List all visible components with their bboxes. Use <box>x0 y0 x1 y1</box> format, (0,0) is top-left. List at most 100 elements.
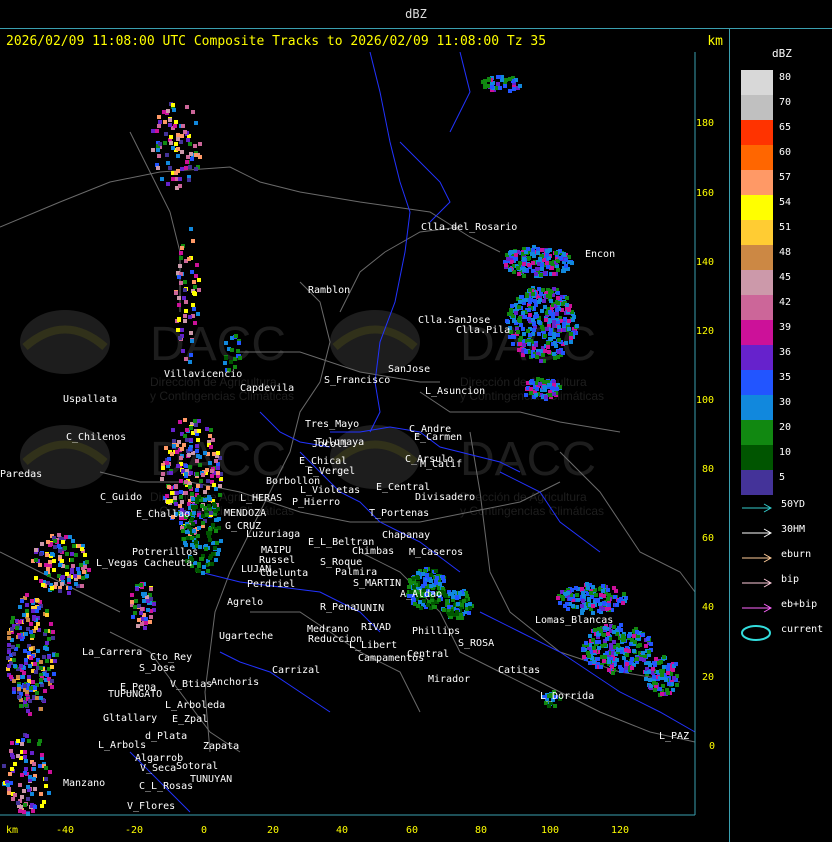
echo-pixel <box>65 565 69 569</box>
color-swatch <box>741 395 773 420</box>
echo-pixel <box>570 261 574 265</box>
echo-pixel <box>140 622 144 626</box>
echo-pixel <box>545 261 549 265</box>
place-label: Capdevila <box>240 383 294 394</box>
echo-pixel <box>198 463 202 467</box>
echo-pixel <box>571 604 575 608</box>
echo-pixel <box>24 658 28 662</box>
echo-pixel <box>442 608 446 612</box>
echo-pixel <box>554 251 558 255</box>
echo-pixel <box>176 147 180 151</box>
echo-pixel <box>540 309 544 313</box>
color-swatch <box>741 120 773 145</box>
echo-pixel <box>193 285 197 289</box>
echo-pixel <box>423 581 427 585</box>
echo-pixel <box>524 298 528 302</box>
echo-pixel <box>538 257 542 261</box>
echo-pixel <box>196 484 200 488</box>
echo-pixel <box>205 427 209 431</box>
echo-pixel <box>539 273 543 277</box>
echo-pixel <box>188 360 192 364</box>
echo-pixel <box>512 335 516 339</box>
echo-pixel <box>557 338 561 342</box>
echo-pixel <box>168 123 172 127</box>
echo-pixel <box>432 605 436 609</box>
echo-pixel <box>189 227 193 231</box>
echo-pixel <box>447 612 451 616</box>
echo-pixel <box>192 291 196 295</box>
echo-pixel <box>182 443 186 447</box>
echo-pixel <box>20 599 24 603</box>
echo-pixel <box>574 586 578 590</box>
echo-pixel <box>552 392 556 396</box>
echo-pixel <box>189 426 193 430</box>
track-label: bip <box>781 574 800 585</box>
echo-pixel <box>48 560 52 564</box>
echo-pixel <box>562 252 566 256</box>
echo-pixel <box>31 680 35 684</box>
x-tick-label: 120 <box>611 825 630 836</box>
watermark-brand: DACC <box>150 318 286 371</box>
echo-pixel <box>70 558 74 562</box>
echo-pixel <box>541 288 545 292</box>
echo-pixel <box>16 754 20 758</box>
echo-pixel <box>621 634 625 638</box>
echo-pixel <box>586 651 590 655</box>
place-label: Encon <box>585 249 615 260</box>
echo-pixel <box>522 262 526 266</box>
echo-pixel <box>518 84 522 88</box>
echo-pixel <box>187 178 191 182</box>
echo-pixel <box>535 387 539 391</box>
echo-pixel <box>171 177 175 181</box>
arrow-icon <box>742 603 773 613</box>
color-swatch <box>741 145 773 170</box>
echo-pixel <box>11 797 15 801</box>
echo-pixel <box>164 446 168 450</box>
echo-pixel <box>575 593 579 597</box>
echo-pixel <box>82 570 86 574</box>
echo-pixel <box>186 536 190 540</box>
echo-pixel <box>171 103 175 107</box>
echo-pixel <box>178 177 182 181</box>
echo-pixel <box>545 253 549 257</box>
echo-pixel <box>508 77 512 81</box>
radar-map[interactable]: DACCDirección de Agriculturay Contingenc… <box>0 52 729 842</box>
place-label: Luzuriaga <box>246 529 300 540</box>
echo-pixel <box>549 299 553 303</box>
x-tick-label: 60 <box>406 825 419 836</box>
echo-pixel <box>214 518 218 522</box>
echo-pixel <box>606 632 610 636</box>
color-scale-label: 80 <box>779 72 792 83</box>
window-title-bar: dBZ <box>0 0 832 29</box>
place-label: R_Pena <box>320 602 356 613</box>
echo-pixel <box>538 382 542 386</box>
place-label: S_ROSA <box>458 638 494 649</box>
echo-pixel <box>12 652 16 656</box>
x-tick-label: 80 <box>475 825 488 836</box>
echo-pixel <box>603 626 607 630</box>
echo-pixel <box>522 343 526 347</box>
echo-pixel <box>662 665 666 669</box>
echo-pixel <box>27 739 31 743</box>
echo-pixel <box>184 491 188 495</box>
place-label: Ramblon <box>308 285 350 296</box>
echo-pixel <box>426 603 430 607</box>
echo-pixel <box>168 166 172 170</box>
echo-pixel <box>672 676 676 680</box>
place-label: Agrelo <box>227 597 263 608</box>
echo-pixel <box>24 759 28 763</box>
color-swatch <box>741 195 773 220</box>
color-scale-label: 48 <box>779 247 792 258</box>
place-label: Ugarteche <box>219 631 273 642</box>
echo-pixel <box>459 613 463 617</box>
echo-pixel <box>156 166 160 170</box>
echo-pixel <box>514 311 518 315</box>
echo-pixel <box>52 559 56 563</box>
echo-pixel <box>143 592 147 596</box>
echo-pixel <box>581 599 585 603</box>
echo-pixel <box>44 563 48 567</box>
echo-pixel <box>195 449 199 453</box>
place-label: T_Portenas <box>369 508 429 519</box>
echo-pixel <box>552 332 556 336</box>
y-tick-label: 140 <box>696 257 715 268</box>
